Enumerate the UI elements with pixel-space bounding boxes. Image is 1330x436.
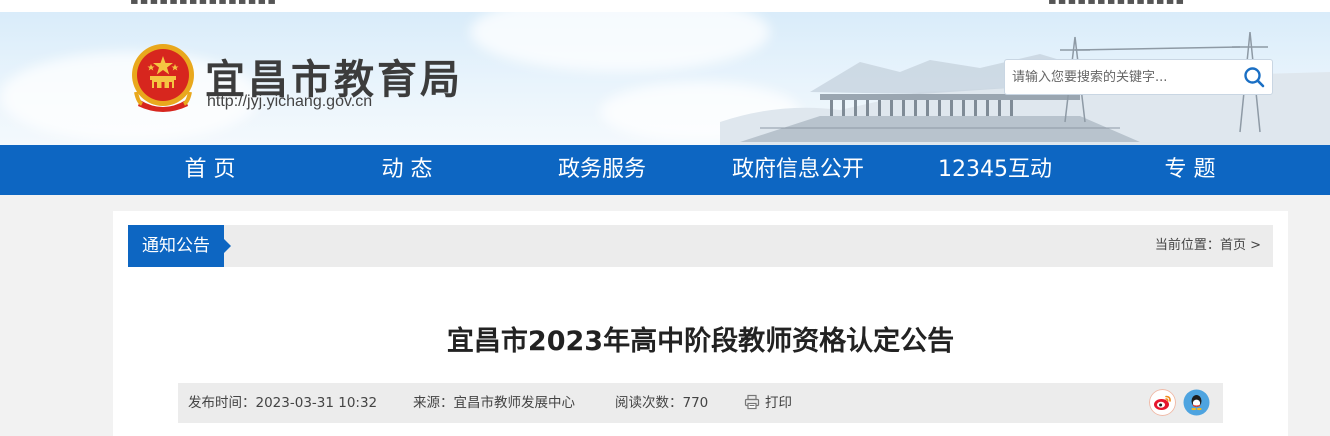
nav-item-services[interactable]: 政务服务 (512, 145, 692, 195)
article-title: 宜昌市2023年高中阶段教师资格认定公告 (446, 326, 955, 357)
breadcrumb: 当前位置：首页 > (1155, 225, 1261, 267)
nav-item-home[interactable]: 首 页 (120, 145, 300, 195)
view-count: 阅读次数：770 (615, 395, 709, 411)
breadcrumb-separator: > (1250, 238, 1261, 253)
main-navigation: 首 页 动 态 政务服务 政府信息公开 12345互动 专 题 (0, 145, 1330, 195)
nav-item-news[interactable]: 动 态 (317, 145, 497, 195)
publish-time: 发布时间：2023-03-31 10:32 (188, 395, 378, 411)
national-emblem-icon (132, 44, 194, 112)
print-button[interactable]: 打印 (765, 383, 792, 423)
article-source: 来源：宜昌市教师发展中心 (413, 395, 575, 411)
top-bar-text-fragment-right: ▪▪▪▪▪▪▪▪▪▪▪▪▪▪ (1048, 0, 1186, 8)
nav-item-topics[interactable]: 专 题 (1100, 145, 1280, 195)
nav-item-info-disclosure[interactable]: 政府信息公开 (708, 145, 888, 195)
site-header: 宜昌市教育局 http://jyj.yichang.gov.cn (0, 12, 1330, 145)
top-utility-bar: ▪▪▪▪▪▪▪▪▪▪▪▪▪▪▪ ▪▪▪▪▪▪▪▪▪▪▪▪▪▪ (0, 0, 1330, 12)
nav-item-12345-interaction[interactable]: 12345互动 (905, 145, 1085, 195)
section-header-bar: 通知公告 当前位置：首页 > (128, 225, 1273, 267)
section-title: 通知公告 (128, 225, 231, 267)
breadcrumb-home-link[interactable]: 首页 (1220, 238, 1246, 253)
content-panel: 通知公告 当前位置：首页 > 宜昌市2023年高中阶段教师资格认定公告 发布时间… (113, 211, 1288, 436)
printer-icon[interactable] (744, 394, 760, 410)
weibo-icon[interactable] (1149, 389, 1176, 416)
breadcrumb-prefix: 当前位置： (1154, 238, 1220, 253)
search-box (1004, 59, 1273, 95)
top-bar-text-fragment: ▪▪▪▪▪▪▪▪▪▪▪▪▪▪▪ (130, 0, 278, 8)
article-meta-bar: 发布时间：2023-03-31 10:32 来源：宜昌市教师发展中心 阅读次数：… (178, 383, 1223, 423)
search-icon[interactable] (1242, 65, 1266, 89)
qq-icon[interactable] (1183, 389, 1210, 416)
site-url: http://jyj.yichang.gov.cn (207, 93, 373, 110)
search-input[interactable] (1005, 60, 1235, 94)
